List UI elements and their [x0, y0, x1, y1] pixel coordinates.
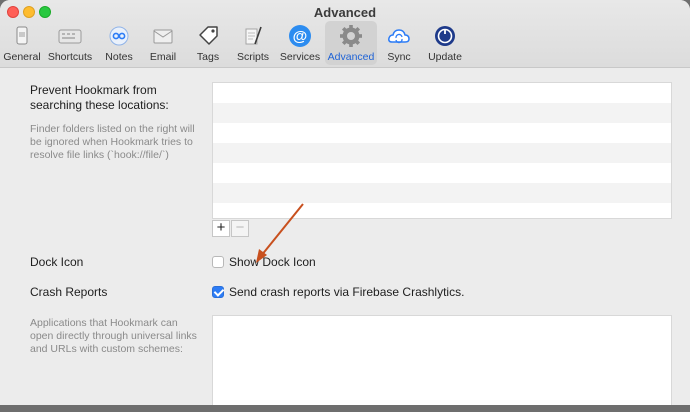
at-sign-icon: @	[289, 25, 311, 47]
tab-notes-label: Notes	[105, 51, 133, 63]
svg-text:@: @	[293, 28, 308, 45]
tab-general[interactable]: General	[2, 21, 42, 65]
tab-notes[interactable]: Notes	[100, 21, 138, 65]
tab-email[interactable]: Email	[144, 21, 182, 65]
tab-general-label: General	[3, 51, 41, 63]
universal-links-description: Applications that Hookmark can open dire…	[30, 317, 197, 355]
tab-advanced[interactable]: Advanced	[325, 21, 377, 65]
preferences-window: Advanced General Shortcuts Notes Email T…	[0, 0, 690, 405]
tab-email-label: Email	[149, 51, 177, 63]
tab-tags-label: Tags	[196, 51, 220, 63]
checkbox-unchecked[interactable]	[212, 256, 224, 268]
list-row	[213, 103, 671, 123]
advanced-pane: Prevent Hookmark from searching these lo…	[0, 69, 690, 405]
tab-services[interactable]: @ Services	[278, 21, 322, 65]
tab-shortcuts[interactable]: Shortcuts	[46, 21, 94, 65]
show-dock-icon-text: Show Dock Icon	[229, 255, 316, 269]
gear-icon	[340, 25, 362, 47]
checkbox-checked[interactable]	[212, 286, 224, 298]
tab-sync-label: Sync	[387, 51, 411, 63]
universal-links-list[interactable]	[212, 315, 672, 405]
keyboard-icon	[58, 29, 82, 44]
tab-update[interactable]: Update	[425, 21, 465, 65]
crash-reports-label: Crash Reports	[30, 285, 108, 299]
tab-scripts[interactable]: Scripts	[233, 21, 273, 65]
list-row	[213, 183, 671, 203]
prevent-search-title: Prevent Hookmark from searching these lo…	[30, 83, 169, 112]
script-icon	[245, 26, 262, 45]
email-icon	[153, 29, 173, 44]
tab-scripts-label: Scripts	[236, 51, 270, 63]
notes-icon	[109, 26, 129, 46]
dock-icon-label: Dock Icon	[30, 255, 84, 269]
send-crash-reports-text: Send crash reports via Firebase Crashlyt…	[229, 285, 465, 299]
list-row	[213, 143, 671, 163]
window-title: Advanced	[313, 5, 377, 20]
add-folder-button[interactable]: +	[212, 220, 230, 237]
general-icon	[16, 26, 28, 45]
show-dock-icon-checkbox[interactable]: Show Dock Icon	[212, 255, 352, 271]
titlebar: Advanced General Shortcuts Notes Email T…	[0, 0, 690, 68]
tab-services-label: Services	[279, 51, 321, 63]
tag-icon	[199, 26, 218, 45]
cloud-sync-icon	[388, 29, 410, 44]
tab-advanced-label: Advanced	[327, 51, 375, 63]
tab-sync[interactable]: Sync	[382, 21, 416, 65]
preferences-toolbar: General Shortcuts Notes Email Tags Scrip…	[0, 21, 690, 67]
remove-folder-button[interactable]: −	[231, 220, 249, 237]
tab-tags[interactable]: Tags	[189, 21, 227, 65]
tab-update-label: Update	[428, 51, 462, 63]
prevent-search-description: Finder folders listed on the right will …	[30, 123, 195, 161]
send-crash-reports-checkbox[interactable]: Send crash reports via Firebase Crashlyt…	[212, 285, 472, 301]
excluded-folders-list[interactable]	[212, 82, 672, 219]
tab-shortcuts-label: Shortcuts	[47, 51, 93, 63]
update-icon	[435, 26, 455, 46]
